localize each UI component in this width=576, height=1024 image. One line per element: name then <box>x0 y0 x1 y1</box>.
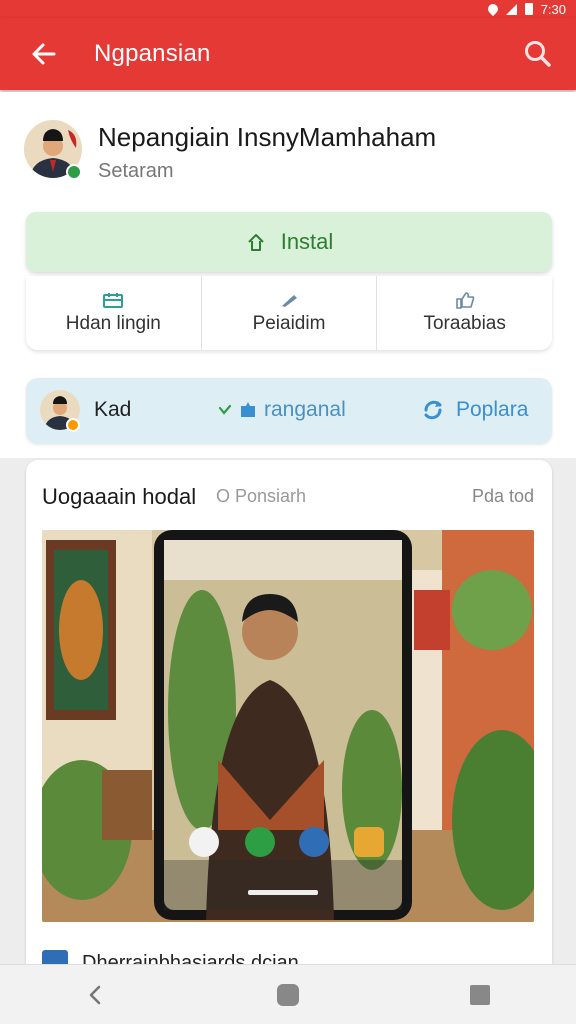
install-label: Instal <box>280 229 334 254</box>
system-nav-bar <box>0 964 576 1024</box>
info-card: Kad ranganal Poplara <box>26 378 552 444</box>
refresh-icon <box>424 400 442 420</box>
action-details[interactable]: Hdan lingin <box>26 276 202 350</box>
verified-badge <box>66 164 82 180</box>
ranking-button[interactable]: ranganal <box>218 398 346 422</box>
popular-button[interactable]: Poplara <box>420 398 528 422</box>
install-button[interactable]: Instal <box>26 212 552 272</box>
thumbs-up-icon <box>455 292 474 309</box>
info-label: Kad <box>94 398 132 421</box>
developer-badge <box>66 418 80 432</box>
page-title: Ngpansian <box>94 40 211 67</box>
preview-more-link[interactable]: Pda tod <box>472 486 534 507</box>
app-developer: Setaram <box>98 160 174 182</box>
popular-label: Poplara <box>456 398 529 421</box>
app-bar: Ngpansian <box>0 18 576 90</box>
status-bar: 7:30 <box>0 0 576 18</box>
status-time: 7:30 <box>540 1 566 17</box>
nav-home-icon[interactable] <box>275 982 301 1008</box>
preview-screenshot[interactable] <box>42 530 534 922</box>
signal-icon <box>505 3 517 15</box>
preview-subtitle: O Ponsiarh <box>216 486 307 506</box>
action-review-label: Peiaidim <box>252 313 326 334</box>
nav-back-icon[interactable] <box>84 983 108 1007</box>
ranking-icon <box>241 402 255 417</box>
action-rate-label: Toraabias <box>423 313 506 334</box>
ranking-label: ranganal <box>264 398 346 421</box>
app-name: Nepangiain InsnyMamhaham <box>98 122 437 152</box>
back-arrow-icon[interactable] <box>28 38 60 70</box>
install-icon <box>247 234 264 251</box>
preview-card: Uogaaain hodal O Ponsiarh Pda tod Dherra… <box>26 460 552 980</box>
battery-icon <box>524 3 533 15</box>
location-icon <box>485 1 500 17</box>
action-rate[interactable]: Toraabias <box>377 276 552 350</box>
app-header-card: Nepangiain InsnyMamhaham Setaram Instal … <box>0 92 576 458</box>
action-review[interactable]: Peiaidim <box>202 276 378 350</box>
checkmark-icon <box>218 404 232 415</box>
preview-title: Uogaaain hodal <box>42 484 197 509</box>
actions-row: Hdan lingin Peiaidim Toraabias <box>26 276 552 350</box>
action-details-label: Hdan lingin <box>65 313 161 334</box>
search-icon[interactable] <box>522 38 554 70</box>
calendar-icon <box>103 293 124 308</box>
nav-recents-icon[interactable] <box>468 983 492 1007</box>
pen-icon <box>282 295 297 307</box>
